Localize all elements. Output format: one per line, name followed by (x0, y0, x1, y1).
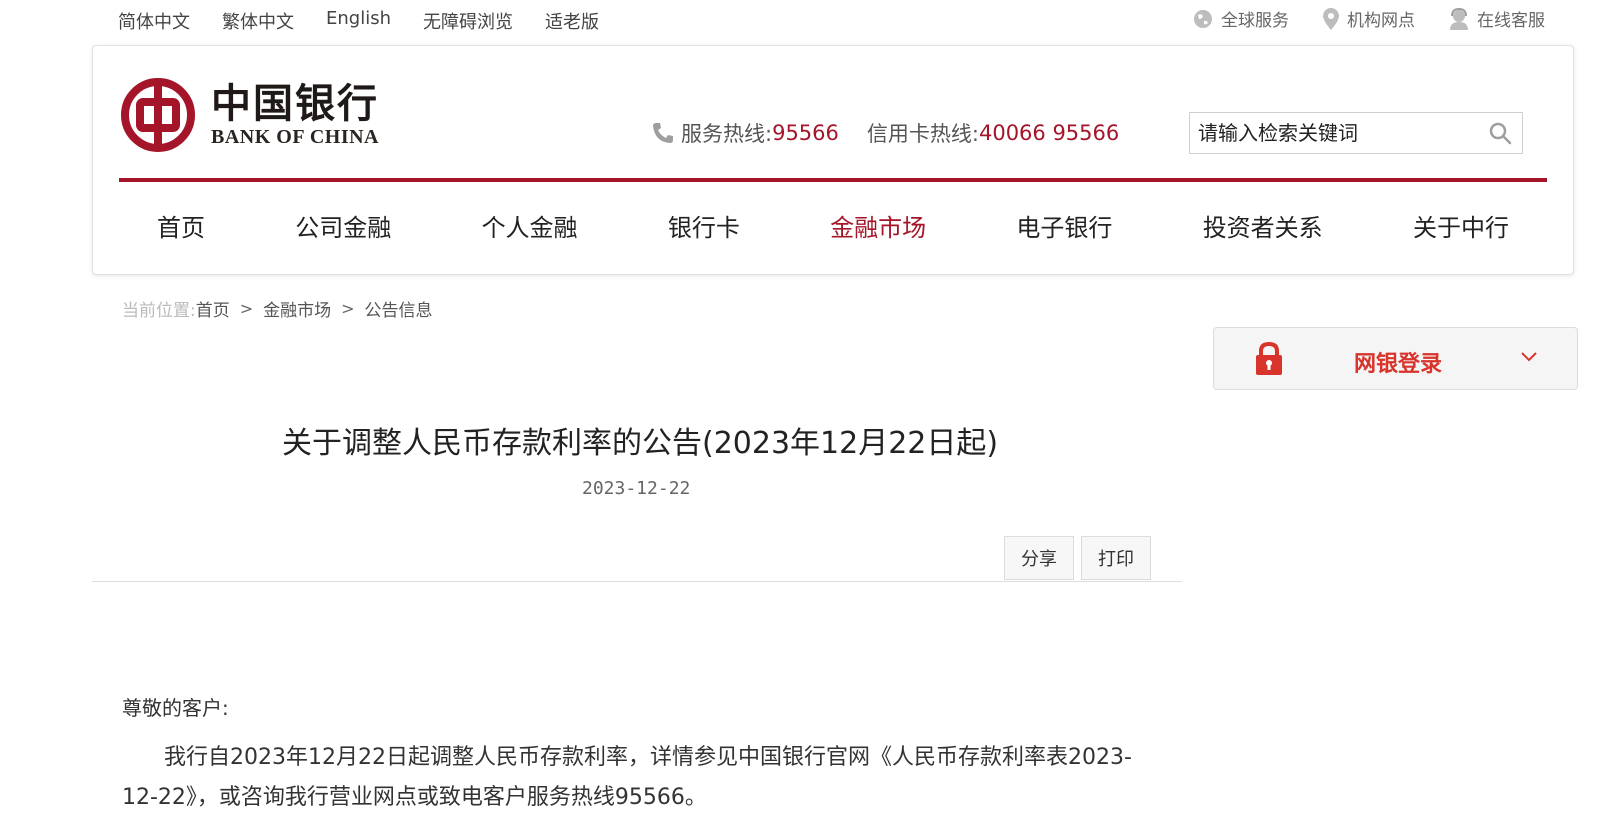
chevron-down-icon (1521, 352, 1537, 362)
share-button[interactable]: 分享 (1004, 536, 1074, 580)
top-utility-bar: 简体中文 繁体中文 English 无障碍浏览 适老版 全球服务 机构网点 在线… (0, 0, 1617, 44)
phone-icon (653, 123, 673, 143)
search-icon[interactable] (1488, 121, 1512, 145)
lang-simplified[interactable]: 简体中文 (118, 8, 190, 34)
boc-emblem-icon (121, 78, 195, 152)
global-service-link[interactable]: 全球服务 (1193, 6, 1289, 31)
article-divider (92, 581, 1182, 582)
nav-item-ebanking[interactable]: 电子银行 (1016, 208, 1112, 243)
accessibility-link[interactable]: 无障碍浏览 (423, 8, 513, 34)
lang-traditional[interactable]: 繁体中文 (222, 8, 294, 34)
globe-icon (1194, 9, 1212, 28)
location-pin-icon (1323, 7, 1339, 30)
article-greeting: 尊敬的客户: (122, 696, 229, 720)
netbank-login-label: 网银登录 (1354, 352, 1443, 377)
netbank-login-button[interactable]: 网银登录 (1213, 327, 1578, 390)
breadcrumb-home[interactable]: 首页 (196, 296, 230, 321)
elderly-mode-link[interactable]: 适老版 (545, 8, 599, 34)
article-title: 关于调整人民币存款利率的公告(2023年12月22日起) (282, 426, 999, 461)
lang-english[interactable]: English (326, 8, 391, 34)
lock-icon (1256, 342, 1282, 375)
breadcrumb-financial-markets[interactable]: 金融市场 (263, 296, 331, 321)
branches-label: 机构网点 (1347, 11, 1415, 31)
online-service-label: 在线客服 (1477, 11, 1545, 31)
service-hotline-number: 95566 (772, 121, 839, 145)
nav-item-personal[interactable]: 个人金融 (482, 208, 578, 243)
chevron-right-icon: > (239, 299, 254, 318)
language-switcher: 简体中文 繁体中文 English 无障碍浏览 适老版 (118, 8, 631, 34)
hotlines: 服务热线: 95566 信用卡热线: 40066 95566 (651, 118, 1147, 148)
print-button[interactable]: 打印 (1081, 536, 1151, 580)
breadcrumb: 当前位置: 首页 > 金融市场 > 公告信息 (122, 296, 433, 321)
search-input[interactable] (1190, 113, 1472, 153)
nav-item-investor-relations[interactable]: 投资者关系 (1203, 208, 1323, 243)
article-body: 我行自2023年12月22日起调整人民币存款利率，详情参见中国银行官网《人民币存… (122, 745, 1132, 810)
service-hotline-label: 服务热线: (681, 122, 773, 146)
nav-item-financial-markets[interactable]: 金融市场 (830, 208, 926, 243)
utility-links: 全球服务 机构网点 在线客服 (1159, 6, 1545, 31)
nav-item-home[interactable]: 首页 (157, 208, 205, 243)
article-date: 2023-12-22 (582, 478, 691, 499)
breadcrumb-prefix: 当前位置: (122, 301, 196, 321)
logo-english-name: BANK OF CHINA (211, 125, 379, 148)
customer-service-icon (1450, 7, 1468, 30)
logo-wordmark: 中国银行 BANK OF CHINA (211, 79, 379, 149)
search-box (1189, 112, 1523, 154)
credit-hotline-number: 40066 95566 (978, 121, 1120, 145)
nav-item-corporate[interactable]: 公司金融 (295, 208, 391, 243)
nav-item-cards[interactable]: 银行卡 (668, 208, 740, 243)
branches-link[interactable]: 机构网点 (1323, 6, 1415, 31)
breadcrumb-announcements[interactable]: 公告信息 (365, 296, 433, 321)
credit-hotline-label: 信用卡热线: (866, 122, 979, 146)
nav-item-about[interactable]: 关于中行 (1413, 208, 1509, 243)
chevron-right-icon: > (341, 299, 355, 318)
main-nav: 首页 公司金融 个人金融 银行卡 金融市场 电子银行 投资者关系 关于中行 (119, 186, 1547, 264)
global-service-label: 全球服务 (1221, 11, 1289, 31)
site-header: 中国银行 BANK OF CHINA 服务热线: 95566 信用卡热线: 40… (92, 45, 1574, 275)
header-divider (119, 178, 1547, 182)
online-service-link[interactable]: 在线客服 (1449, 6, 1545, 31)
bank-logo[interactable]: 中国银行 BANK OF CHINA (121, 78, 379, 152)
logo-chinese-name: 中国银行 (211, 79, 379, 127)
